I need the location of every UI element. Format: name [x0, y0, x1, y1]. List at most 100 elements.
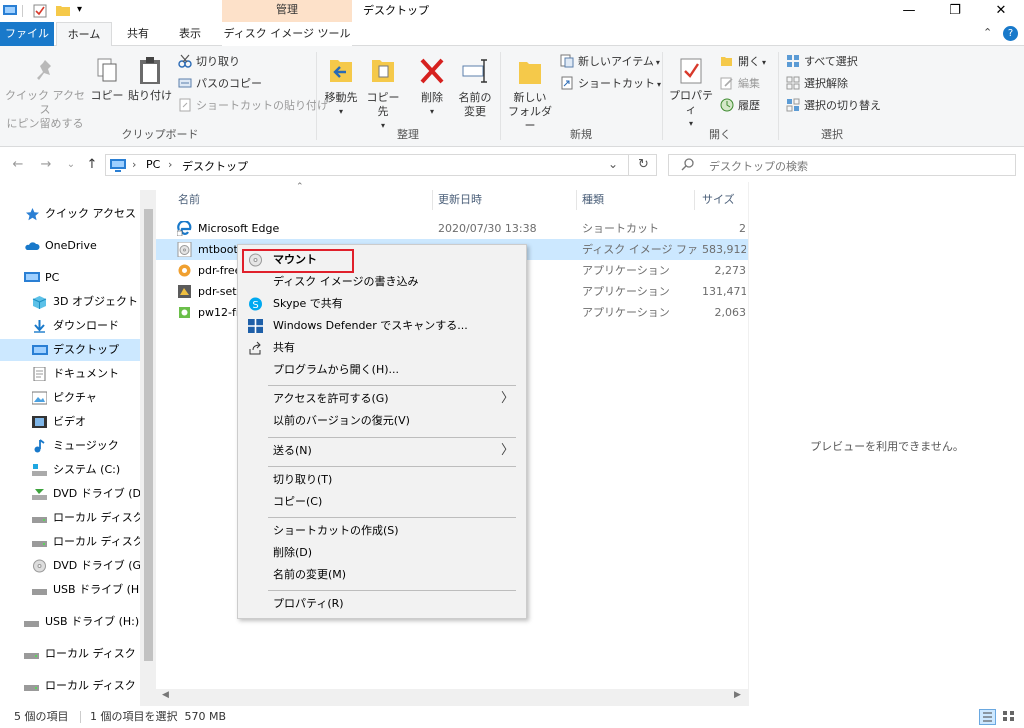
large-icons-view-button[interactable] — [1001, 709, 1018, 725]
back-button[interactable]: ← — [9, 156, 27, 174]
nav-item-local-f-root[interactable]: ローカル ディスク (F:) — [0, 675, 140, 697]
document-icon — [32, 366, 47, 382]
column-header-date[interactable]: 更新日時 — [438, 191, 482, 209]
new-folder-icon[interactable] — [56, 4, 70, 17]
pin-label-1: クイック アクセス — [5, 89, 85, 116]
nav-item-desktop[interactable]: デスクトップ — [0, 339, 140, 361]
nav-label: ダウンロード — [53, 319, 119, 332]
edit-button[interactable]: 編集 — [720, 74, 760, 94]
menu-item-give-access[interactable]: アクセスを許可する(G) 〉 — [240, 388, 524, 410]
new-folder-button[interactable]: 新しい フォルダー — [506, 56, 554, 133]
nav-item-quick-access[interactable]: クイック アクセス — [0, 203, 140, 225]
nav-item-local-e-root[interactable]: ローカル ディスク (E:) — [0, 643, 140, 665]
new-item-button[interactable]: 新しいアイテム ▾ — [560, 52, 660, 72]
copy-button[interactable]: コピー — [90, 56, 124, 103]
column-separator[interactable] — [694, 190, 695, 210]
move-to-label: 移動先 — [324, 91, 358, 104]
menu-item-restore-versions[interactable]: 以前のバージョンの復元(V) — [240, 410, 524, 432]
tab-view[interactable]: 表示 — [170, 22, 210, 46]
breadcrumb-desktop[interactable]: デスクトップ — [182, 158, 248, 174]
nav-item-usb-h[interactable]: USB ドライブ (H:) — [0, 579, 140, 601]
help-icon[interactable]: ? — [1003, 26, 1018, 41]
tab-file[interactable]: ファイル — [0, 22, 54, 46]
nav-item-local-f[interactable]: ローカル ディスク (F:) — [0, 531, 140, 553]
copy-to-button[interactable]: コピー先 ▾ — [362, 54, 404, 133]
menu-item-burn-disc-image[interactable]: ディスク イメージの書き込み — [240, 271, 524, 293]
address-dropdown-button[interactable]: ⌄ — [608, 157, 618, 171]
details-view-button[interactable] — [979, 709, 996, 725]
menu-item-cut[interactable]: 切り取り(T) — [240, 469, 524, 491]
file-list-horizontal-scrollbar[interactable]: ◀ ▶ — [156, 689, 748, 706]
column-header-type[interactable]: 種類 — [582, 191, 604, 209]
nav-item-videos[interactable]: ビデオ — [0, 411, 140, 433]
nav-item-documents[interactable]: ドキュメント — [0, 363, 140, 385]
column-header-name[interactable]: 名前 — [178, 191, 200, 209]
title-separator — [22, 5, 23, 17]
column-separator[interactable] — [432, 190, 433, 210]
maximize-button[interactable]: ❐ — [932, 0, 978, 22]
open-icon — [720, 54, 734, 68]
delete-button[interactable]: 削除 ▾ — [412, 54, 452, 119]
nav-item-system-c[interactable]: システム (C:) — [0, 459, 140, 481]
paste-button[interactable]: 貼り付け — [128, 56, 172, 103]
menu-item-send-to[interactable]: 送る(N) 〉 — [240, 440, 524, 462]
menu-item-copy[interactable]: コピー(C) — [240, 491, 524, 513]
up-button[interactable]: ↑ — [83, 156, 101, 174]
pin-quick-access-button[interactable]: クイック アクセス にピン留めする — [4, 56, 86, 131]
address-bar[interactable]: › PC › デスクトップ ⌄ ↻ — [105, 154, 657, 176]
nav-item-dvd-g[interactable]: DVD ドライブ (G:) — [0, 555, 140, 577]
nav-item-onedrive[interactable]: OneDrive — [0, 235, 140, 257]
minimize-button[interactable]: — — [886, 0, 932, 22]
menu-item-defender-scan[interactable]: Windows Defender でスキャンする... — [240, 315, 524, 337]
nav-item-pictures[interactable]: ピクチャ — [0, 387, 140, 409]
nav-item-music[interactable]: ミュージック — [0, 435, 140, 457]
forward-button[interactable]: → — [37, 156, 55, 174]
file-date: 2020/07/30 13:38 — [438, 222, 537, 235]
breadcrumb-pc[interactable]: PC — [146, 158, 160, 171]
menu-item-open-with[interactable]: プログラムから開く(H)... — [240, 359, 524, 381]
menu-label: コピー(C) — [273, 495, 323, 508]
history-button[interactable]: 履歴 — [720, 96, 760, 116]
shortcut-button[interactable]: ショートカット ▾ — [560, 74, 661, 94]
nav-item-pc[interactable]: PC — [0, 267, 140, 289]
table-row[interactable]: Microsoft Edge 2020/07/30 13:38 ショートカット … — [156, 218, 748, 239]
tab-disk-image-tools[interactable]: ディスク イメージ ツール — [222, 22, 352, 46]
delete-label: 削除 — [421, 91, 443, 104]
tab-home[interactable]: ホーム — [56, 22, 112, 47]
nav-item-dvd-d[interactable]: DVD ドライブ (D:) — [0, 483, 140, 505]
move-to-button[interactable]: 移動先 ▾ — [320, 54, 362, 119]
rename-button[interactable]: 名前の 変更 — [454, 54, 496, 119]
close-button[interactable]: ✕ — [978, 0, 1024, 22]
select-none-button[interactable]: 選択解除 — [786, 74, 848, 94]
nav-item-downloads[interactable]: ダウンロード — [0, 315, 140, 337]
quick-access-dropdown-icon[interactable]: ▾ — [77, 4, 82, 15]
tab-share[interactable]: 共有 — [118, 22, 158, 46]
nav-item-3d-objects[interactable]: 3D オブジェクト — [0, 291, 140, 313]
menu-item-share-skype[interactable]: S Skype で共有 — [240, 293, 524, 315]
nav-item-usb-h-root[interactable]: USB ドライブ (H:) — [0, 611, 140, 633]
paste-shortcut-button[interactable]: ショートカットの貼り付け — [178, 96, 328, 116]
menu-item-share[interactable]: 共有 — [240, 337, 524, 359]
open-button[interactable]: 開く ▾ — [720, 52, 766, 72]
share-icon — [248, 341, 263, 355]
refresh-button[interactable]: ↻ — [638, 157, 649, 172]
menu-item-properties[interactable]: プロパティ(R) — [240, 593, 524, 615]
nav-label: システム (C:) — [53, 463, 121, 476]
menu-item-create-shortcut[interactable]: ショートカットの作成(S) — [240, 520, 524, 542]
recent-locations-button[interactable]: ⌄ — [62, 156, 80, 174]
nav-scrollbar-thumb[interactable] — [144, 209, 153, 661]
copy-path-button[interactable]: パスのコピー — [178, 74, 262, 94]
invert-selection-button[interactable]: 選択の切り替え — [786, 96, 881, 116]
search-input[interactable]: デスクトップの検索 — [668, 154, 1016, 176]
properties-button[interactable]: プロパティ ▾ — [666, 56, 716, 131]
select-all-button[interactable]: すべて選択 — [786, 52, 858, 72]
skype-icon: S — [248, 297, 263, 311]
cut-button[interactable]: 切り取り — [178, 52, 240, 72]
column-separator[interactable] — [576, 190, 577, 210]
properties-icon[interactable] — [33, 4, 47, 18]
nav-item-local-e[interactable]: ローカル ディスク (E:) — [0, 507, 140, 529]
menu-item-rename[interactable]: 名前の変更(M) — [240, 564, 524, 586]
menu-item-delete[interactable]: 削除(D) — [240, 542, 524, 564]
ribbon-collapse-icon[interactable]: ⌃ — [983, 26, 992, 39]
column-header-size[interactable]: サイズ — [702, 191, 735, 209]
